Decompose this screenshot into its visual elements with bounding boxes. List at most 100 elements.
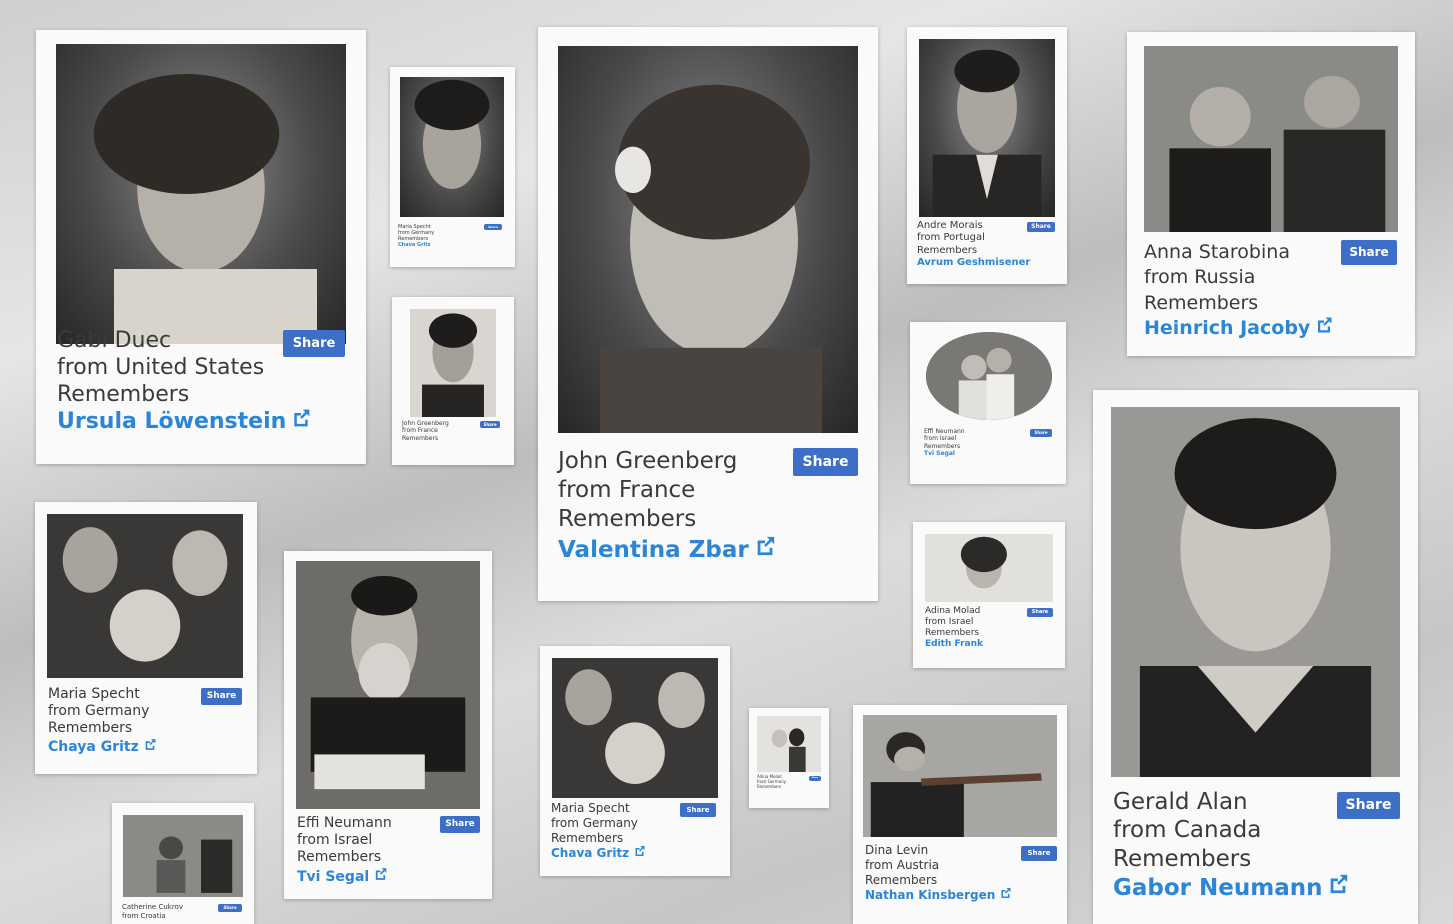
remembered-name-link[interactable]: Chava Gritz — [551, 845, 646, 861]
remembered-name-link[interactable]: Nathan Kinsbergen — [865, 887, 1012, 903]
remembered-name-text[interactable]: Chaya Gritz — [48, 739, 139, 755]
share-button[interactable]: Share — [440, 816, 480, 833]
share-button[interactable]: Share — [1027, 222, 1055, 232]
remembered-name-link[interactable]: Heinrich Jacoby — [1144, 316, 1334, 341]
remembered-name-link[interactable]: Tvi Segal — [924, 450, 965, 457]
share-button[interactable]: Share — [283, 330, 345, 357]
external-link-icon[interactable] — [753, 535, 777, 565]
author-name: Andre Morais — [917, 220, 983, 231]
author-origin: from Israel — [297, 832, 373, 849]
memory-card-small: Adina Molad from Israel Remembers Edith … — [913, 522, 1065, 668]
share-button[interactable]: Share — [480, 421, 500, 428]
external-link-icon[interactable] — [290, 408, 312, 435]
share-button[interactable]: Share — [218, 904, 242, 912]
external-link-icon[interactable] — [633, 845, 646, 861]
share-button[interactable]: Share — [201, 688, 242, 705]
remembered-name-link[interactable]: Tvi Segal — [297, 867, 392, 886]
memory-card-gerald-alan: Gerald Alan from Canada Remembers Gabor … — [1093, 390, 1418, 924]
portrait-photo — [757, 716, 821, 772]
remembered-name-link[interactable]: Ursula Löwenstein — [57, 408, 312, 435]
author-origin: from Russia — [1144, 266, 1256, 289]
author-origin: from Portugal — [917, 232, 985, 244]
remembers-label: Remembers — [917, 244, 978, 256]
remembers-label: Remembers — [297, 849, 382, 866]
memory-card-small: Effi Neumann from Israel Remembers Tvi S… — [910, 322, 1066, 484]
remembered-name-link[interactable]: Edith Frank — [925, 639, 983, 650]
portrait-photo — [558, 46, 858, 433]
share-button[interactable]: Share — [1337, 792, 1400, 819]
portrait-photo — [919, 39, 1055, 217]
remembered-name-link[interactable]: Valentina Zbar — [558, 535, 777, 565]
remembers-label: Remembers — [57, 382, 190, 408]
remembered-name-text[interactable]: Chava Gritz — [551, 846, 629, 860]
portrait-photo — [296, 561, 480, 809]
memory-card-small: Maria Specht from Germany Remembers Chav… — [390, 67, 515, 267]
memory-card-john-greenberg: John Greenberg from France Remembers Val… — [538, 27, 878, 601]
external-link-icon[interactable] — [999, 887, 1012, 903]
remembered-name-text[interactable]: Heinrich Jacoby — [1144, 317, 1310, 339]
remembered-name-text[interactable]: Tvi Segal — [297, 869, 369, 885]
author-origin: from Germany — [551, 815, 638, 830]
remembers-label: Remembers — [558, 506, 697, 533]
author-name: Dina Levin — [865, 843, 929, 857]
share-button[interactable]: Share — [1027, 608, 1053, 617]
remembers-label: Remembers — [48, 720, 133, 737]
share-button[interactable]: Share — [1341, 240, 1397, 265]
remembers-label: Remembers — [757, 783, 782, 789]
portrait-photo — [863, 715, 1057, 837]
author-origin: from Israel — [924, 435, 957, 443]
remembered-name-link[interactable]: Chaya Gritz — [48, 738, 157, 756]
author-origin: from Israel — [925, 617, 974, 628]
external-link-icon[interactable] — [1314, 316, 1334, 341]
memory-card-effi-neumann: Effi Neumann from Israel Remembers Tvi S… — [284, 551, 492, 899]
external-link-icon[interactable] — [143, 738, 157, 756]
memory-card-small: John Greenberg from France Remembers Sha… — [392, 297, 514, 465]
author-origin: from Austria — [865, 857, 940, 872]
portrait-photo — [1144, 46, 1398, 232]
remembers-label: Remembers — [402, 434, 439, 442]
portrait-photo — [400, 77, 504, 217]
memory-card-maria-specht-center: Maria Specht from Germany Remembers Chav… — [540, 646, 730, 876]
author-name: Maria Specht — [48, 686, 140, 702]
author-name: Gerald Alan — [1113, 789, 1248, 815]
author-origin: from Germany — [48, 703, 150, 720]
remembers-label: Remembers — [1144, 291, 1259, 314]
remembered-name-text[interactable]: Ursula Löwenstein — [57, 409, 286, 434]
author-origin: from France — [558, 477, 696, 504]
author-name: Effi Neumann — [297, 815, 392, 831]
memory-card-tiny: Adina Molad from Germany Remembers Share — [749, 708, 829, 808]
remembered-name-link[interactable]: Gabor Neumann — [1113, 873, 1350, 902]
remembered-name-link[interactable]: Avrum Geshmisener — [917, 257, 1030, 269]
remembered-name-link[interactable]: Chava Gritz — [398, 242, 434, 248]
portrait-photo — [56, 44, 346, 344]
remembers-label: Remembers — [551, 830, 624, 845]
remembers-label: Remembers — [924, 442, 961, 450]
author-name: John Greenberg — [558, 448, 738, 474]
share-button[interactable]: Share — [680, 803, 716, 817]
share-button[interactable]: Share — [1021, 846, 1057, 861]
share-button[interactable]: Share — [809, 776, 821, 781]
portrait-photo — [410, 309, 496, 417]
remembered-name-text[interactable]: Valentina Zbar — [558, 537, 749, 563]
portrait-photo — [925, 534, 1053, 602]
external-link-icon[interactable] — [373, 867, 388, 886]
author-origin: from Croatia — [122, 911, 166, 920]
remembers-label: Remembers — [865, 872, 938, 887]
author-origin: from Canada — [1113, 817, 1262, 844]
author-name: Catherine Cukrov — [122, 903, 183, 911]
memory-card-gabi-duec: Gabi Duec from United States Remembers U… — [36, 30, 366, 464]
portrait-photo — [123, 815, 243, 897]
portrait-photo — [1111, 407, 1400, 777]
remembered-name-text[interactable]: Nathan Kinsbergen — [865, 888, 995, 902]
memory-card-dina-levin: Dina Levin from Austria Remembers Nathan… — [853, 705, 1067, 924]
author-name: Adina Molad — [925, 606, 981, 616]
share-button[interactable]: Share — [1030, 429, 1052, 437]
share-button[interactable]: Share — [484, 224, 502, 230]
memory-card-anna-starobina: Anna Starobina from Russia Remembers Hei… — [1127, 32, 1415, 356]
external-link-icon[interactable] — [1326, 873, 1350, 902]
memory-card-small: Andre Morais from Portugal Remembers Avr… — [907, 27, 1067, 284]
portrait-photo — [552, 658, 718, 798]
share-button[interactable]: Share — [793, 448, 858, 476]
portrait-photo — [47, 514, 243, 678]
remembered-name-text[interactable]: Gabor Neumann — [1113, 875, 1322, 901]
